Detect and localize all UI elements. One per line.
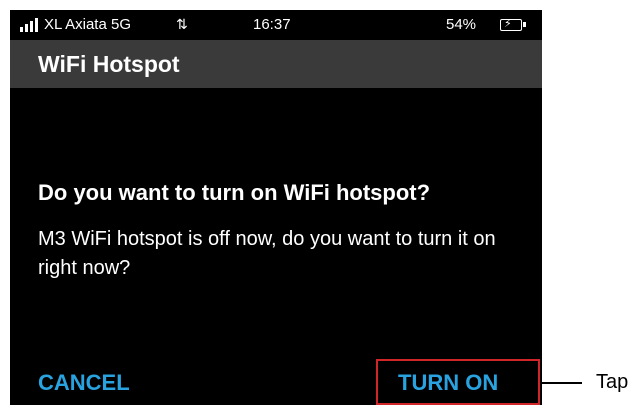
page-title: WiFi Hotspot	[38, 51, 180, 77]
status-bar: XL Axiata 5G ⇅ 16:37 54% ⚡	[10, 10, 542, 40]
cancel-button[interactable]: CANCEL	[38, 370, 130, 396]
battery-charging-icon: ⚡	[500, 18, 526, 31]
status-time: 16:37	[253, 16, 291, 33]
annotation-pointer-line	[542, 382, 582, 384]
battery-percent: 54%	[446, 16, 477, 33]
signal-bars-icon	[20, 18, 40, 32]
title-bar: WiFi Hotspot	[10, 40, 542, 88]
phone-screen: XL Axiata 5G ⇅ 16:37 54% ⚡ WiFi Hotspot …	[10, 10, 542, 405]
dialog-message: M3 WiFi hotspot is off now, do you want …	[38, 228, 496, 279]
stage: XL Axiata 5G ⇅ 16:37 54% ⚡ WiFi Hotspot …	[0, 0, 635, 405]
charging-bolt-icon: ⚡	[504, 18, 512, 30]
carrier-name: XL Axiata 5G	[44, 16, 131, 33]
data-activity-icon: ⇅	[176, 16, 188, 32]
turn-on-button[interactable]: TURN ON	[398, 370, 498, 396]
annotation-label: Tap	[596, 371, 629, 393]
dialog-title: Do you want to turn on WiFi hotspot?	[38, 180, 431, 205]
